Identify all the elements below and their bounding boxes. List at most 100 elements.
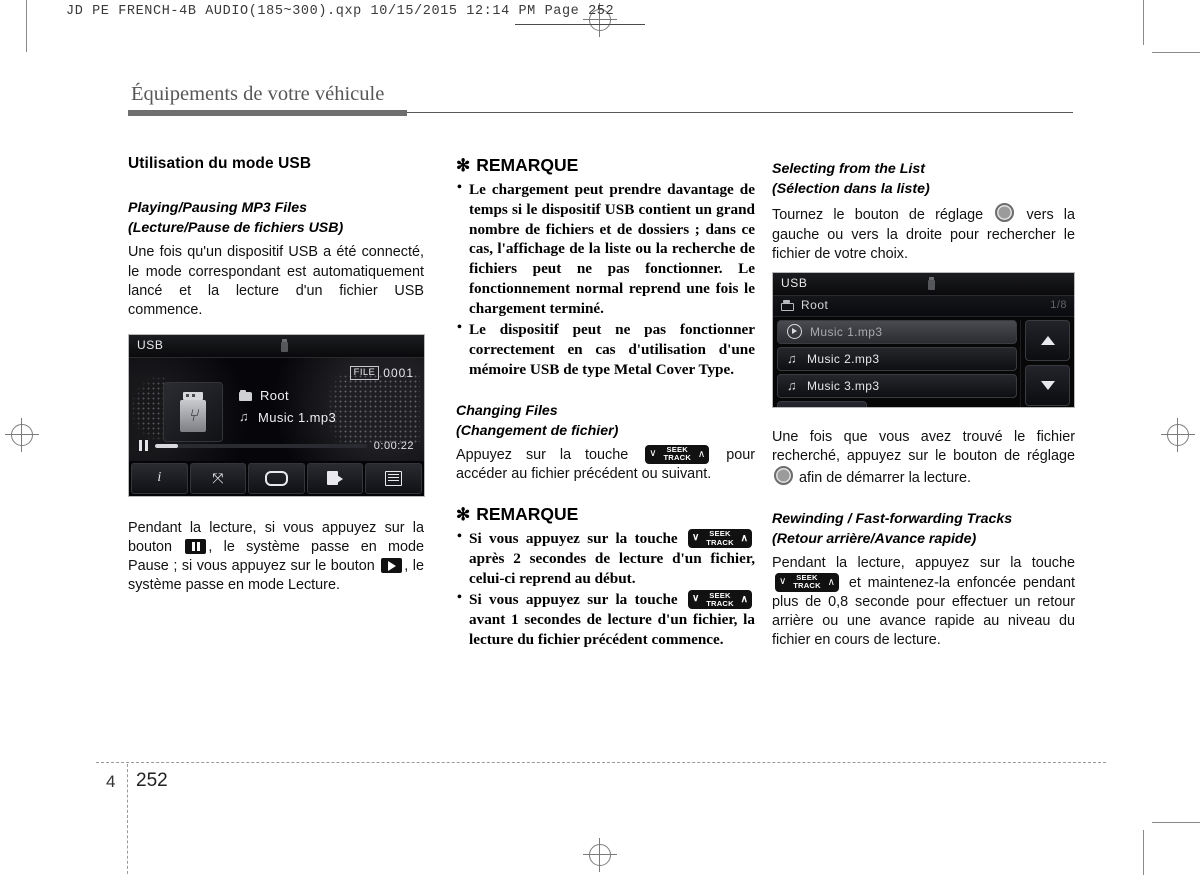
seek-track-key-glyph: ∨ SEEK TRACK ∧ [688, 529, 752, 549]
note-item: Le dispositif peut ne pas fonctionner co… [456, 319, 755, 379]
note-heading-1: ✻ REMARQUE [456, 155, 755, 176]
seek-track-key-glyph: ∨ SEEK TRACK ∧ [775, 572, 839, 592]
current-folder-name: Root [260, 387, 290, 403]
file-indicator: FILE 0001 [349, 365, 414, 380]
note-list-1: Le chargement peut prendre davantage de … [456, 179, 755, 380]
subsection-heading-fr: (Changement de fichier) [456, 422, 619, 439]
repeat-icon[interactable] [248, 462, 305, 494]
asterisk-icon: ✻ [456, 156, 471, 175]
folder-next-icon[interactable] [306, 462, 364, 494]
player-body: FILE 0001 ⑂ Root ♫ Music 1.mp3 0:00:22 [129, 357, 424, 462]
subsection-heading-en: Playing/Pausing MP3 Files [128, 200, 307, 216]
scroll-buttons [1020, 319, 1070, 407]
paragraph-rewind-part1: Pendant la lecture, appuyez sur la touch… [772, 554, 1075, 571]
seek-label-line2: TRACK [706, 598, 734, 608]
footer-divider [127, 764, 128, 874]
paragraph-changing-files-part1: Appuyez sur la touche [456, 446, 629, 463]
page-indicator: 1/8 [1050, 298, 1067, 311]
file-tag-label: FILE [349, 365, 380, 380]
music-note-icon: ♫ [787, 350, 798, 366]
file-number: 0001 [383, 365, 414, 380]
note-heading-2-label: REMARQUE [476, 504, 579, 525]
list-item[interactable]: ♫ Music 3.mp3 [777, 373, 1017, 398]
note-heading-2: ✻ REMARQUE [456, 504, 755, 525]
pause-state-icon [139, 440, 148, 452]
footer-rule [96, 762, 1106, 763]
seek-up-chevron-icon: ∧ [740, 594, 748, 606]
paragraph-rewind-ff: Pendant la lecture, appuyez sur la touch… [772, 554, 1075, 651]
current-track-row: ♫ Music 1.mp3 [239, 410, 336, 425]
seek-label-line2: TRACK [663, 453, 692, 463]
scroll-down-button[interactable] [1025, 364, 1070, 406]
file-rows: Music 1.mp3 ♫ Music 2.mp3 ♫ Music 3.mp3 … [777, 319, 1017, 407]
note-item: Si vous appuyez sur la touche ∨ SEEKTRAC… [456, 528, 755, 588]
crop-mark-bottom-right-h [1152, 822, 1200, 823]
registration-mark-right [1161, 418, 1195, 452]
title-underline-bar [128, 110, 407, 116]
shuffle-icon[interactable]: ⤧ [189, 462, 247, 494]
back-arrow-icon: ↰ [816, 405, 829, 407]
note-item-part2: avant 1 secondes de lecture d'un fichier… [469, 611, 755, 648]
info-icon[interactable]: i [131, 462, 188, 494]
current-folder-row: Root [239, 388, 289, 403]
tune-knob-icon [995, 203, 1015, 223]
seek-up-chevron-icon: ∧ [740, 533, 748, 545]
breadcrumb-folder-name: Root [801, 297, 829, 312]
footer-chapter-number: 4 [106, 772, 116, 791]
list-item[interactable]: ♫ Music 2.mp3 [777, 346, 1017, 371]
usb-stick-icon [928, 276, 935, 290]
paragraph-changing-files: Appuyez sur la touche ∨ SEEK TRACK ∧ pour… [456, 444, 755, 484]
note-list-2: Si vous appuyez sur la touche ∨ SEEKTRAC… [456, 528, 755, 650]
crop-mark-top-right-h [1152, 52, 1200, 53]
paragraph-usb-intro: Une fois qu'un dispositif USB a été conn… [128, 244, 424, 318]
seek-up-chevron-icon: ∧ [827, 576, 835, 588]
section-heading: Utilisation du mode USB [128, 155, 312, 172]
paragraph-confirm-part1: Une fois que vous avez trouvé le fichier… [772, 428, 1075, 464]
note-item-part2: après 2 secondes de lecture d'un fichier… [469, 549, 755, 587]
column-1: Utilisation du mode USB Playing/Pausing … [128, 155, 425, 596]
playback-progress-row: 0:00:22 [139, 440, 414, 452]
tune-knob-icon [774, 466, 793, 486]
seek-label-line2: TRACK [793, 581, 821, 591]
usb-stick-large-icon: ⑂ [180, 391, 206, 432]
note-item-part1: Si vous appuyez sur la touche [469, 591, 678, 609]
note-heading-1-label: REMARQUE [476, 155, 579, 175]
player-softkey-bar: i ⤧ [129, 460, 424, 496]
crop-mark-top-left-v [26, 0, 27, 52]
seek-label-line2: TRACK [706, 537, 734, 547]
note-item-part1: Si vous appuyez sur la touche [469, 530, 678, 548]
list-item-label: Music 2.mp3 [807, 351, 880, 366]
list-item[interactable]: Music 1.mp3 [777, 319, 1017, 344]
scroll-up-button[interactable] [1025, 319, 1070, 361]
subsection-heading-en: Selecting from the List [772, 161, 925, 177]
paragraph-pause-play: Pendant la lecture, si vous appuyez sur … [128, 519, 424, 596]
seek-track-key-glyph: ∨ SEEK TRACK ∧ [688, 590, 752, 610]
page-title: Équipements de votre véhicule [131, 83, 385, 105]
asterisk-icon: ✻ [456, 505, 471, 525]
usb-player-screenshot: USB FILE 0001 ⑂ Root ♫ Music 1.mp3 0:00:… [128, 333, 425, 497]
list-menu-icon[interactable] [365, 462, 422, 494]
seek-track-key-glyph: ∨ SEEK TRACK ∧ [645, 444, 710, 464]
breadcrumb: Root 1/8 [773, 295, 1074, 317]
print-header-rule [515, 24, 645, 25]
back-button[interactable]: ↰ [777, 400, 867, 407]
subsection-heading-en: Changing Files [456, 402, 558, 419]
elapsed-time: 0:00:22 [373, 439, 414, 452]
subsection-heading-fr: (Sélection dans la liste) [772, 181, 930, 198]
seek-up-chevron-icon: ∧ [697, 448, 706, 460]
subsection-heading-en: Rewinding / Fast-forwarding Tracks [772, 511, 1013, 528]
music-note-icon: ♫ [239, 409, 250, 425]
list-item-label: Music 1.mp3 [810, 324, 883, 339]
crop-mark-top-right-v [1143, 0, 1144, 45]
subsection-heading-fr: (Retour arrière/Avance rapide) [772, 531, 977, 548]
folder-open-icon [781, 299, 795, 311]
decorative-dot-pattern-left [131, 375, 165, 442]
current-track-name: Music 1.mp3 [258, 409, 337, 425]
registration-mark-left [5, 418, 39, 452]
play-circle-icon [787, 324, 802, 340]
subsection-heading-fr: (Lecture/Pause de fichiers USB) [128, 220, 344, 237]
progress-bar[interactable] [155, 443, 367, 448]
usb-stick-icon [281, 338, 288, 352]
paragraph-confirm-selection: Une fois que vous avez trouvé le fichier… [772, 428, 1075, 488]
list-item-label: Music 3.mp3 [807, 378, 880, 393]
